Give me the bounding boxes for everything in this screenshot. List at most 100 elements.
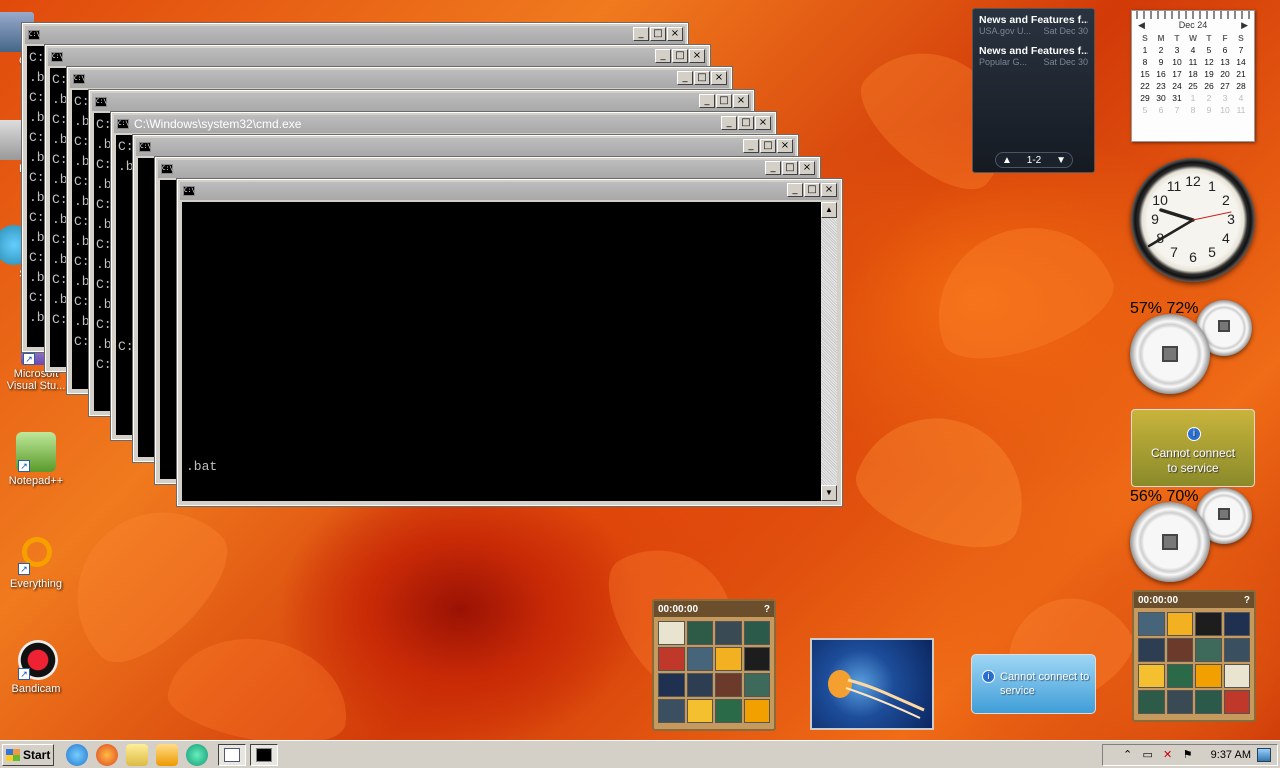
calendar-day[interactable]: 31 [1169,92,1185,104]
calendar-day[interactable]: 11 [1185,56,1201,68]
calendar-day[interactable]: 10 [1217,104,1233,116]
puzzle-tile[interactable] [715,647,742,671]
calendar-day[interactable]: 3 [1217,92,1233,104]
picture-puzzle-gadget[interactable]: 00:00:00 ? [652,599,776,731]
minimize-button[interactable]: _ [743,139,759,153]
calendar-day[interactable]: 1 [1137,44,1153,56]
slideshow-gadget[interactable] [810,638,934,730]
cmd-window-icon[interactable]: C:\ [51,52,63,62]
calendar-day[interactable]: 14 [1233,56,1249,68]
puzzle-tile[interactable] [743,647,770,671]
minimize-button[interactable]: _ [787,183,803,197]
puzzle-tile[interactable] [1223,612,1250,636]
cmd-window-icon[interactable]: C:\ [73,74,85,84]
calendar-day[interactable]: 12 [1201,56,1217,68]
close-button[interactable]: × [799,161,815,175]
puzzle-tile[interactable] [715,621,742,645]
feed-prev-button[interactable]: ▲ [1002,155,1012,166]
puzzle-tile[interactable] [743,673,770,697]
maximize-button[interactable]: □ [650,27,666,41]
cmd-window-icon[interactable]: C:\ [183,186,195,196]
scroll-up-button[interactable]: ▲ [821,202,837,218]
cmd-title-bar[interactable]: C:\ _ □ × [136,138,795,156]
calendar-day[interactable]: 15 [1137,68,1153,80]
calendar-day[interactable]: 19 [1201,68,1217,80]
puzzle-tile[interactable] [1138,638,1165,662]
maximize-button[interactable]: □ [760,139,776,153]
puzzle-tile[interactable] [1195,638,1222,662]
calendar-day[interactable]: 25 [1185,80,1201,92]
cmd-window-icon[interactable]: C:\ [28,30,40,40]
calendar-day[interactable]: 9 [1201,104,1217,116]
calendar-day[interactable]: 27 [1217,80,1233,92]
calendar-day[interactable]: 7 [1233,44,1249,56]
puzzle-tile[interactable] [658,621,685,645]
calendar-day[interactable]: 4 [1185,44,1201,56]
cpu-meter-gadget[interactable]: 57% 72% [1130,300,1256,395]
puzzle-tile[interactable] [686,647,713,671]
calendar-day[interactable]: 1 [1185,92,1201,104]
calendar-day[interactable]: 17 [1169,68,1185,80]
cmd-title-bar[interactable]: C:\ _ □ × [25,26,685,44]
calendar-day[interactable]: 10 [1169,56,1185,68]
calendar-day[interactable]: 20 [1217,68,1233,80]
calendar-day[interactable]: 18 [1185,68,1201,80]
start-button[interactable]: Start [2,743,54,766]
puzzle-tile[interactable] [715,673,742,697]
firefox-icon[interactable] [96,743,118,766]
app-globe-icon[interactable] [186,743,208,766]
puzzle-help-icon[interactable]: ? [1244,595,1250,606]
puzzle-tile[interactable] [1195,690,1222,714]
puzzle-tile[interactable] [743,621,770,645]
calendar-day[interactable]: 3 [1169,44,1185,56]
maximize-button[interactable]: □ [672,49,688,63]
console-output[interactable]: .bat [182,202,821,501]
calendar-day[interactable]: 29 [1137,92,1153,104]
cmd-title-bar[interactable]: C:\ _ □ × [180,182,839,200]
calendar-day[interactable]: 5 [1201,44,1217,56]
puzzle-grid[interactable] [654,617,774,727]
puzzle-tile[interactable] [686,621,713,645]
calendar-day[interactable]: 7 [1169,104,1185,116]
calendar-day[interactable]: 23 [1153,80,1169,92]
calendar-day[interactable]: 5 [1137,104,1153,116]
puzzle-tile[interactable] [1195,664,1222,688]
calendar-day[interactable]: 16 [1153,68,1169,80]
calendar-day[interactable]: 30 [1153,92,1169,104]
action-center-flag-icon[interactable]: ⚑ [1181,748,1195,762]
puzzle-tile[interactable] [658,673,685,697]
puzzle-tile[interactable] [1138,612,1165,636]
network-icon[interactable]: ▭ [1141,748,1155,762]
close-button[interactable]: × [821,183,837,197]
puzzle-tile[interactable] [1138,664,1165,688]
calendar-day[interactable]: 2 [1153,44,1169,56]
minimize-button[interactable]: _ [765,161,781,175]
close-button[interactable]: × [777,139,793,153]
close-button[interactable]: × [667,27,683,41]
minimize-button[interactable]: _ [633,27,649,41]
puzzle-tile[interactable] [658,647,685,671]
calendar-day[interactable]: 9 [1153,56,1169,68]
puzzle-tile[interactable] [1195,612,1222,636]
desktop-icon-everything[interactable]: ↗ Everything [0,535,72,590]
cmd-window-icon[interactable]: C:\ [117,119,129,129]
minimize-button[interactable]: _ [655,49,671,63]
puzzle-tile[interactable] [1166,690,1193,714]
internet-explorer-icon[interactable] [66,743,88,766]
explorer-folder-icon[interactable] [126,743,148,766]
cmd-title-bar[interactable]: C:\ _ □ × [92,93,751,111]
calendar-prev-button[interactable]: ◀ [1138,20,1145,31]
maximize-button[interactable]: □ [716,94,732,108]
taskbar-window-button[interactable] [218,743,246,766]
clock-gadget[interactable]: 121234567891011 [1131,158,1255,282]
calendar-next-button[interactable]: ▶ [1241,20,1248,31]
puzzle-tile[interactable] [1166,638,1193,662]
cmd-window[interactable]: C:\ _ □ × .bat ▲ ▼ [176,178,843,507]
calendar-day[interactable]: 6 [1153,104,1169,116]
calendar-day[interactable]: 8 [1185,104,1201,116]
desktop-icon-bandicam[interactable]: ↗ Bandicam [0,640,72,695]
show-hidden-icons-icon[interactable]: ⌃ [1121,748,1135,762]
calendar-day[interactable]: 22 [1137,80,1153,92]
calendar-day[interactable]: 13 [1217,56,1233,68]
scroll-down-button[interactable]: ▼ [821,485,837,501]
